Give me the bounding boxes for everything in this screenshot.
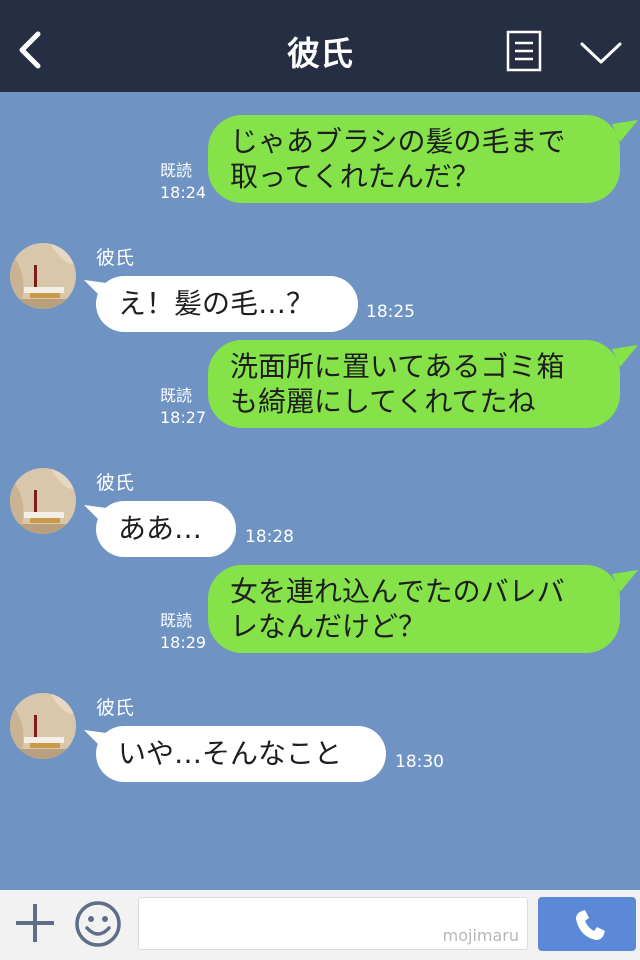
- message-time: 18:27: [160, 408, 207, 427]
- bubble-tail: [612, 570, 638, 592]
- message-time: 18:24: [160, 183, 207, 202]
- avatar-image: [10, 468, 76, 534]
- read-label: 既読: [160, 611, 193, 630]
- avatar-image: [10, 693, 76, 759]
- message-line: 洗面所に置いてあるゴミ箱: [230, 350, 565, 383]
- call-button[interactable]: [538, 897, 636, 951]
- sender-name: 彼氏: [96, 247, 135, 269]
- sent-bubble[interactable]: 女を連れ込んでたのバレバ レなんだけど？: [208, 565, 620, 653]
- message-text: ああ…: [118, 512, 203, 545]
- read-status: 既読 18:24: [160, 160, 206, 204]
- received-bubble[interactable]: え！髪の毛…？: [96, 276, 358, 332]
- message-input[interactable]: mojimaru: [138, 897, 528, 950]
- avatar[interactable]: [10, 693, 76, 759]
- message-line: も綺麗にしてくれてたね: [230, 385, 536, 418]
- received-bubble[interactable]: いや…そんなこと: [96, 726, 386, 782]
- message-time: 18:28: [245, 527, 294, 547]
- message-text: いや…そんなこと: [118, 737, 343, 770]
- message-time: 18:30: [395, 752, 444, 772]
- message-line: 女を連れ込んでたのバレバ: [230, 575, 565, 608]
- menu-icon: [506, 30, 542, 72]
- chat-area[interactable]: 既読 18:24 じゃあブラシの髪の毛まで 取ってくれたんだ？ 彼氏 え！髪の毛…: [0, 92, 640, 890]
- message-time: 18:29: [160, 633, 207, 652]
- collapse-button[interactable]: [578, 38, 624, 68]
- sent-bubble[interactable]: じゃあブラシの髪の毛まで 取ってくれたんだ？: [208, 115, 620, 203]
- message-time: 18:25: [366, 302, 415, 322]
- chevron-down-icon: [580, 42, 622, 64]
- sent-bubble[interactable]: 洗面所に置いてあるゴミ箱 も綺麗にしてくれてたね: [208, 340, 620, 428]
- read-label: 既読: [160, 161, 193, 180]
- emoji-icon: [75, 901, 121, 947]
- chat-title: 彼氏: [287, 34, 353, 73]
- plus-icon: [16, 904, 54, 942]
- message-text: え！髪の毛…？: [118, 287, 315, 320]
- avatar-image: [10, 243, 76, 309]
- read-status: 既読 18:27: [160, 385, 206, 429]
- bubble-tail: [612, 345, 638, 367]
- watermark-text: mojimaru: [442, 926, 519, 945]
- chat-header: 彼氏: [0, 0, 640, 92]
- sender-name: 彼氏: [96, 472, 135, 494]
- message-line: レなんだけど？: [230, 610, 427, 643]
- add-button[interactable]: [12, 900, 58, 946]
- emoji-button[interactable]: [74, 900, 122, 948]
- received-bubble[interactable]: ああ…: [96, 501, 236, 557]
- phone-icon: [576, 910, 605, 940]
- sender-name: 彼氏: [96, 697, 135, 719]
- message-line: じゃあブラシの髪の毛まで: [230, 125, 566, 158]
- read-status: 既読 18:29: [160, 610, 206, 654]
- message-line: 取ってくれたんだ？: [230, 160, 480, 193]
- menu-button[interactable]: [506, 30, 542, 72]
- read-label: 既読: [160, 386, 193, 405]
- avatar[interactable]: [10, 243, 76, 309]
- bubble-tail: [612, 120, 638, 142]
- avatar[interactable]: [10, 468, 76, 534]
